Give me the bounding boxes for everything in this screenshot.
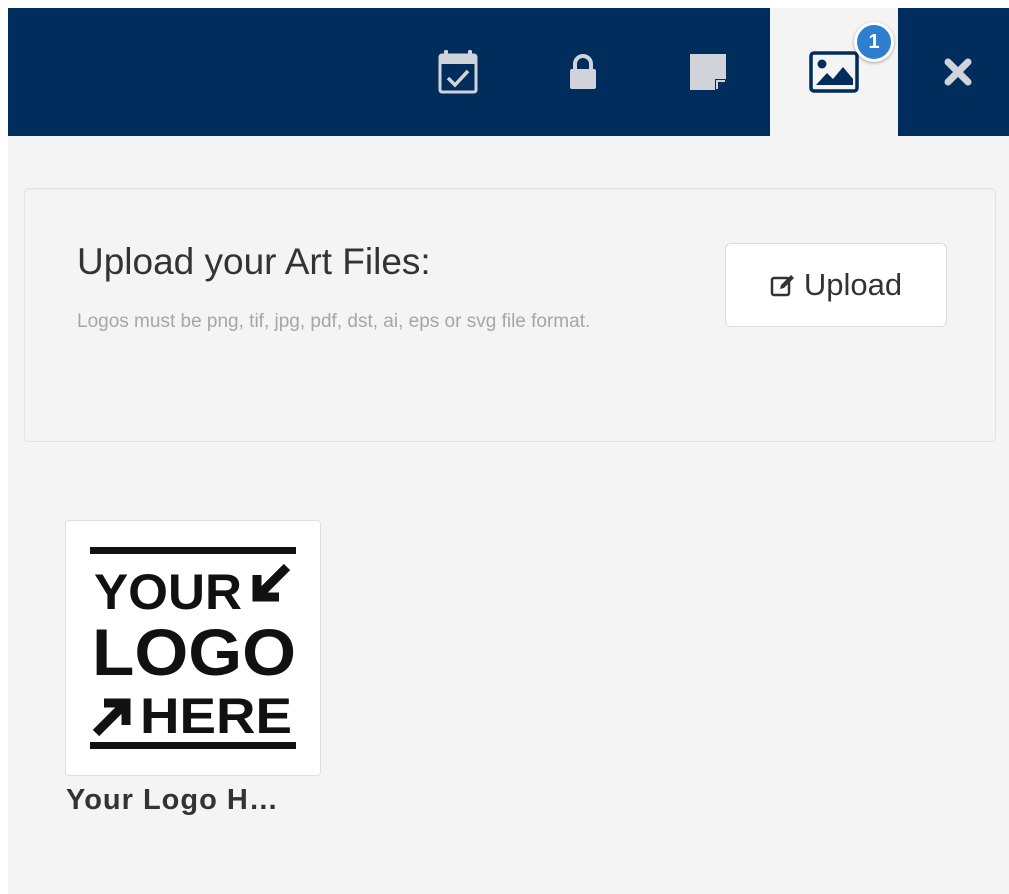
app-frame: 1 Upload your Art Files: Logos must be p… [0, 0, 1009, 894]
image-icon [809, 51, 859, 93]
upload-button-label: Upload [803, 267, 903, 302]
logo-line-2: LOGO [92, 615, 296, 689]
notification-badge: 1 [854, 22, 894, 62]
tab-close[interactable] [918, 8, 998, 136]
logo-line-3: HERE [140, 688, 292, 744]
calendar-check-icon [438, 50, 478, 94]
file-thumbnail[interactable]: YOUR LOGO HERE [65, 520, 321, 776]
art-files-panel: 1 Upload your Art Files: Logos must be p… [8, 8, 1009, 894]
logo-line-1: YOUR [94, 564, 242, 620]
upload-button[interactable]: Upload [725, 243, 947, 327]
upload-help-text: Logos must be png, tif, jpg, pdf, dst, a… [77, 311, 591, 332]
lock-icon [570, 54, 596, 89]
upload-title: Upload your Art Files: [77, 241, 431, 282]
sticky-note-icon [690, 54, 726, 90]
close-icon [944, 58, 972, 86]
file-caption: Your Logo H… [66, 784, 279, 816]
edit-icon [770, 273, 796, 297]
top-toolbar: 1 [8, 8, 1009, 136]
tab-lock[interactable] [543, 8, 623, 136]
upload-card: Upload your Art Files: Logos must be png… [24, 188, 996, 442]
tab-sticky-note[interactable] [668, 8, 748, 136]
tab-calendar[interactable] [418, 8, 498, 136]
logo-placeholder-image: YOUR LOGO HERE [82, 537, 304, 759]
